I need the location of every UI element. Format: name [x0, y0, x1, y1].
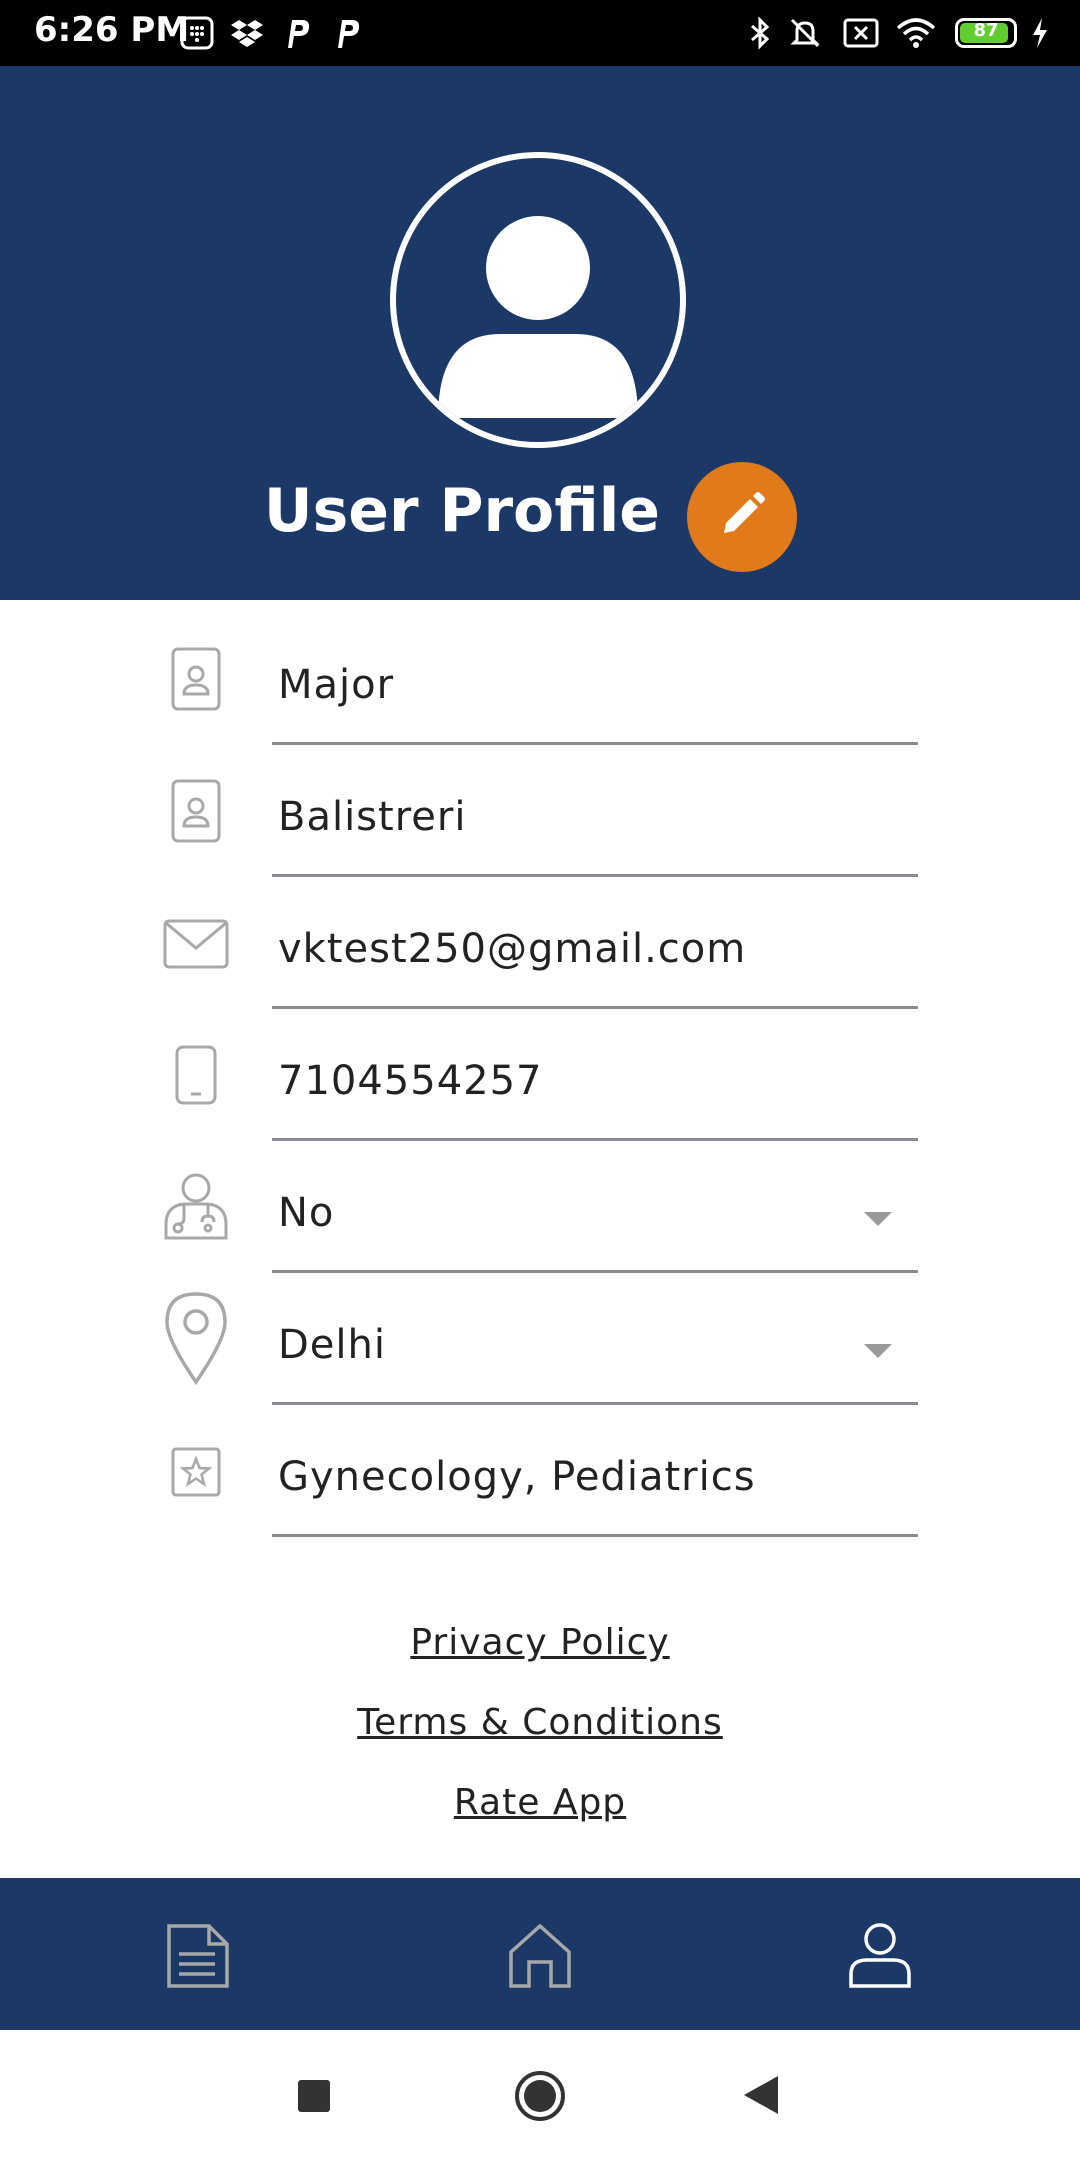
system-navigation	[0, 2030, 1080, 2160]
rate-app-link[interactable]: Rate App	[0, 1782, 1080, 1823]
bluetooth-icon	[748, 14, 772, 52]
doctor-select[interactable]: No	[0, 1140, 1080, 1273]
calculator-icon	[180, 14, 214, 52]
battery-level: 87	[973, 20, 999, 41]
email-field[interactable]: vktest250@gmail.com	[0, 876, 1080, 1009]
first-name-field[interactable]: Major	[0, 612, 1080, 745]
doctor-value[interactable]: No	[278, 1190, 334, 1236]
specialities-value[interactable]: Gynecology, Pediatrics	[278, 1454, 756, 1500]
city-value[interactable]: Delhi	[278, 1322, 386, 1368]
doctor-icon	[160, 1172, 232, 1240]
first-name-value[interactable]: Major	[278, 662, 394, 708]
battery-icon: 87	[955, 18, 1017, 48]
wifi-icon	[896, 14, 936, 52]
status-bar: 6:26 PM 87	[0, 0, 1080, 66]
last-name-field[interactable]: Balistreri	[0, 744, 1080, 877]
profile-header: User Profile	[0, 66, 1080, 600]
back-button[interactable]	[742, 2074, 780, 2116]
terms-conditions-link[interactable]: Terms & Conditions	[0, 1702, 1080, 1743]
contact-card-icon	[160, 778, 232, 844]
status-time: 6:26 PM	[34, 10, 190, 50]
last-name-value[interactable]: Balistreri	[278, 794, 466, 840]
user-avatar-icon[interactable]	[390, 152, 686, 448]
location-pin-icon	[160, 1290, 232, 1386]
p-app-icon	[282, 14, 312, 52]
phone-icon	[160, 1044, 232, 1106]
page-title: User Profile	[263, 476, 660, 546]
user-icon[interactable]	[840, 1918, 920, 1994]
close-box-icon	[843, 14, 879, 52]
home-button[interactable]	[514, 2070, 566, 2122]
star-box-icon	[160, 1446, 232, 1498]
pencil-icon	[716, 489, 768, 545]
privacy-policy-link[interactable]: Privacy Policy	[0, 1622, 1080, 1663]
bottom-navigation	[0, 1878, 1080, 2030]
chevron-down-icon[interactable]	[864, 1212, 892, 1226]
chevron-down-icon[interactable]	[864, 1344, 892, 1358]
recents-button[interactable]	[296, 2078, 332, 2114]
email-value[interactable]: vktest250@gmail.com	[278, 926, 746, 972]
envelope-icon	[160, 918, 232, 970]
bell-muted-icon	[788, 14, 822, 52]
field-underline	[272, 1534, 918, 1537]
contact-card-icon	[160, 646, 232, 712]
home-icon[interactable]	[500, 1918, 580, 1994]
document-icon[interactable]	[158, 1918, 238, 1994]
phone-field[interactable]: 7104554257	[0, 1008, 1080, 1141]
charging-icon	[1030, 14, 1050, 52]
specialities-field[interactable]: Gynecology, Pediatrics	[0, 1404, 1080, 1537]
dropbox-icon	[230, 14, 264, 52]
p-app-icon	[332, 14, 362, 52]
phone-value[interactable]: 7104554257	[278, 1058, 543, 1104]
city-select[interactable]: Delhi	[0, 1272, 1080, 1405]
edit-profile-button[interactable]	[687, 462, 797, 572]
